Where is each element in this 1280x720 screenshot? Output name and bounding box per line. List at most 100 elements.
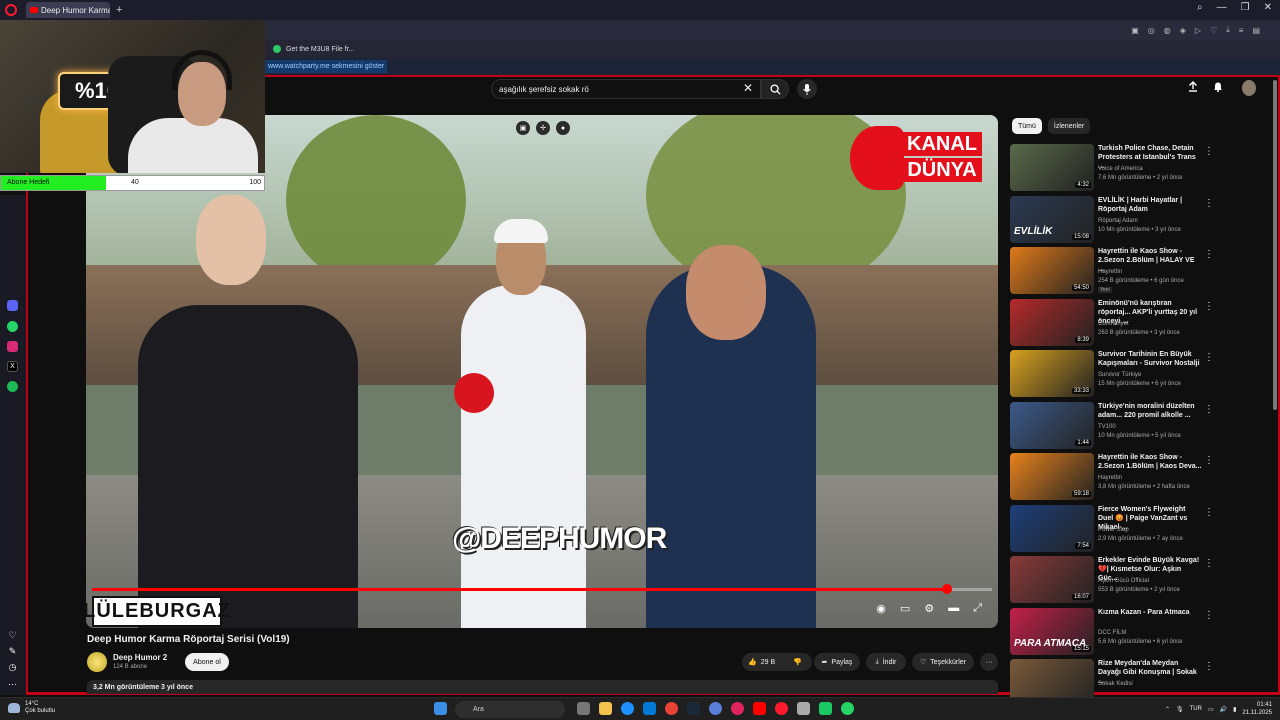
minimize-button[interactable]: — <box>1217 2 1227 13</box>
x-icon[interactable]: X <box>7 361 18 372</box>
fullscreen-icon[interactable]: ⤢ <box>973 602 982 615</box>
more-options-icon[interactable]: ⋮ <box>1204 146 1214 157</box>
channel-avatar[interactable] <box>87 652 107 672</box>
download-button[interactable]: ⤓ İndir <box>866 653 906 671</box>
app-icon[interactable] <box>709 702 722 715</box>
menu-icon[interactable]: ≡ <box>1239 26 1244 35</box>
subscribe-button[interactable]: Abone ol <box>185 653 229 671</box>
shield-icon[interactable]: ◈ <box>1180 26 1186 35</box>
more-options-icon[interactable]: ⋮ <box>1204 352 1214 363</box>
more-options-icon[interactable]: ⋮ <box>1204 455 1214 466</box>
recommendation-thumbnail[interactable]: 4:32 <box>1010 144 1094 191</box>
media-player-icon[interactable] <box>731 702 744 715</box>
recommendation-thumbnail[interactable]: 1:44 <box>1010 401 1094 449</box>
recommendation-thumbnail[interactable]: 7:54 <box>1010 504 1094 552</box>
browser-search-icon[interactable]: ⌕ <box>1197 2 1203 13</box>
browser-tab[interactable]: Deep Humor Karma R <box>26 2 110 18</box>
watchparty-link[interactable]: www.watchparty.me sekmesini göster <box>265 60 388 73</box>
recommendation-thumbnail[interactable]: EVLİLİK 15:08 <box>1010 195 1094 243</box>
notes-icon[interactable] <box>797 702 810 715</box>
whatsapp-taskbar-icon[interactable] <box>841 702 854 715</box>
task-view-icon[interactable] <box>577 702 590 715</box>
chrome-icon[interactable] <box>665 702 678 715</box>
camera-icon[interactable]: ● <box>556 121 570 135</box>
more-options-icon[interactable]: ⋮ <box>1204 198 1214 209</box>
subtitles-icon[interactable]: ▭ <box>900 602 910 615</box>
video-player[interactable]: ▣ ✢ ● KANAL DÜNYA @DEEPHUMOR LÜLEBURGAZ … <box>86 115 998 628</box>
chip-watched[interactable]: İzlenenler <box>1047 118 1091 134</box>
heart-icon[interactable]: ♡ <box>7 630 18 641</box>
more-options-icon[interactable]: ⋮ <box>1204 558 1214 569</box>
like-button[interactable]: 👍 29 B <box>748 658 775 667</box>
video-progress-bar[interactable] <box>92 584 992 594</box>
progress-scrubber[interactable] <box>942 584 952 594</box>
recommendation-channel[interactable]: Power Slap <box>1098 527 1129 533</box>
recommendation-item[interactable]: 59:18 Hayrettin ile Kaos Show - 2.Sezon 1… <box>1010 453 1262 501</box>
history-icon[interactable]: ◷ <box>7 662 18 673</box>
steam-icon[interactable] <box>687 702 700 715</box>
recommendation-title[interactable]: Hayrettin ile Kaos Show - 2.Sezon 1.Bölü… <box>1098 453 1202 471</box>
recommendation-item[interactable]: 54:50 Hayrettin ile Kaos Show - 2.Sezon 2… <box>1010 247 1262 295</box>
search-input[interactable]: aşağılık şerefsiz sokak rö <box>491 79 761 99</box>
store-icon[interactable] <box>643 702 656 715</box>
more-options-icon[interactable]: ⋮ <box>1204 404 1214 415</box>
recommendation-item[interactable]: 7:54 Fierce Women's Flyweight Duel 😡 | Pa… <box>1010 504 1262 553</box>
bookmark-item[interactable]: Get the M3U8 File fr... <box>286 46 354 53</box>
recommendation-item[interactable]: 8:39 Eminönü'nü karıştıran röportaj... AK… <box>1010 298 1262 347</box>
upload-icon[interactable] <box>1188 81 1198 92</box>
recommendation-title[interactable]: Türkiye'nin moralini düzelten adam... 22… <box>1098 402 1202 420</box>
edit-icon[interactable]: ✎ <box>7 646 18 657</box>
recommendation-channel[interactable]: Röportaj Adam <box>1098 218 1138 224</box>
recommendation-channel[interactable]: Hayrettin <box>1098 475 1122 481</box>
recommendation-title[interactable]: Survivor Tarihinin En Büyük Kapışmaları … <box>1098 350 1202 368</box>
theater-mode-icon[interactable]: ▬ <box>948 602 959 615</box>
battery-icon[interactable]: ▮ <box>1233 706 1236 713</box>
more-options-icon[interactable]: ⋮ <box>1204 249 1214 260</box>
description-box[interactable]: 3,2 Mn görüntüleme 3 yıl önce <box>87 680 998 694</box>
app2-icon[interactable] <box>819 702 832 715</box>
tray-chevron-icon[interactable]: ⌃ <box>1165 706 1170 713</box>
recommendation-thumbnail[interactable]: 59:18 <box>1010 453 1094 500</box>
download-icon[interactable]: ⤓ <box>1226 25 1230 35</box>
recommendation-item[interactable]: 4:32 Turkish Police Chase, Detain Protest… <box>1010 144 1262 192</box>
recommendation-channel[interactable]: TV100 <box>1098 424 1116 430</box>
recommendation-thumbnail[interactable]: 33:33 <box>1010 350 1094 397</box>
instagram-icon[interactable] <box>7 341 18 352</box>
autoplay-toggle-icon[interactable]: ◉ <box>876 602 886 615</box>
close-window-button[interactable]: ✕ <box>1264 2 1272 13</box>
camera-icon[interactable]: ◎ <box>1148 26 1155 35</box>
search-button[interactable] <box>761 79 789 99</box>
cast-icon[interactable]: ✢ <box>536 121 550 135</box>
recommendation-thumbnail[interactable]: 54:50 <box>1010 247 1094 294</box>
messenger-icon[interactable] <box>7 300 18 311</box>
start-windows-icon[interactable] <box>434 702 447 715</box>
recommendation-title[interactable]: EVLİLİK | Harbi Hayatlar | Röportaj Adam <box>1098 196 1202 214</box>
weather-widget[interactable]: 14°C Çok bulutlu <box>8 701 55 715</box>
clock[interactable]: 01:41 21.11.2025 <box>1242 701 1272 717</box>
recommendation-title[interactable]: Kızma Kazan - Para Atmaca <box>1098 608 1202 617</box>
address-bar[interactable]: ▣ ◎ ◍ ◈ ▷ ♡ ⤓ ≡ ▤ <box>265 20 1280 40</box>
miniplayer-icon[interactable]: ▣ <box>516 121 530 135</box>
recommendation-channel[interactable]: Sokak Kedisi <box>1098 681 1133 687</box>
recommendation-channel[interactable]: Survivor Türkiye <box>1098 372 1141 378</box>
more-actions-button[interactable]: ··· <box>980 653 998 671</box>
user-avatar[interactable] <box>1242 80 1256 96</box>
dislike-button[interactable]: 👎 <box>793 658 802 666</box>
channel-name[interactable]: Deep Humor 2 <box>113 653 167 662</box>
page-scrollbar[interactable] <box>1273 80 1277 410</box>
recommendation-channel[interactable]: DCC FİLM <box>1098 630 1126 636</box>
opera-icon[interactable] <box>775 702 788 715</box>
share-button[interactable]: ➦ Paylaş <box>814 653 860 671</box>
play-icon[interactable]: ▷ <box>1195 26 1201 35</box>
mic-tray-icon[interactable]: 🎙 <box>1176 706 1184 713</box>
network-icon[interactable]: ▭ <box>1208 706 1214 713</box>
recommendation-item[interactable]: 1:44 Türkiye'nin moralini düzelten adam..… <box>1010 401 1262 450</box>
opera-logo-icon[interactable] <box>5 4 17 16</box>
spotify-icon[interactable] <box>7 381 18 392</box>
chip-all[interactable]: Tümü <box>1012 118 1042 134</box>
recommendation-channel[interactable]: Aşkın Gücü Official <box>1098 578 1149 584</box>
whatsapp-icon[interactable] <box>7 321 18 332</box>
recommendation-item[interactable]: 16:07 Erkekler Evinde Büyük Kavga! 💔| Kıs… <box>1010 556 1262 604</box>
edge-icon[interactable] <box>621 702 634 715</box>
language-indicator[interactable]: TUR <box>1190 706 1202 712</box>
